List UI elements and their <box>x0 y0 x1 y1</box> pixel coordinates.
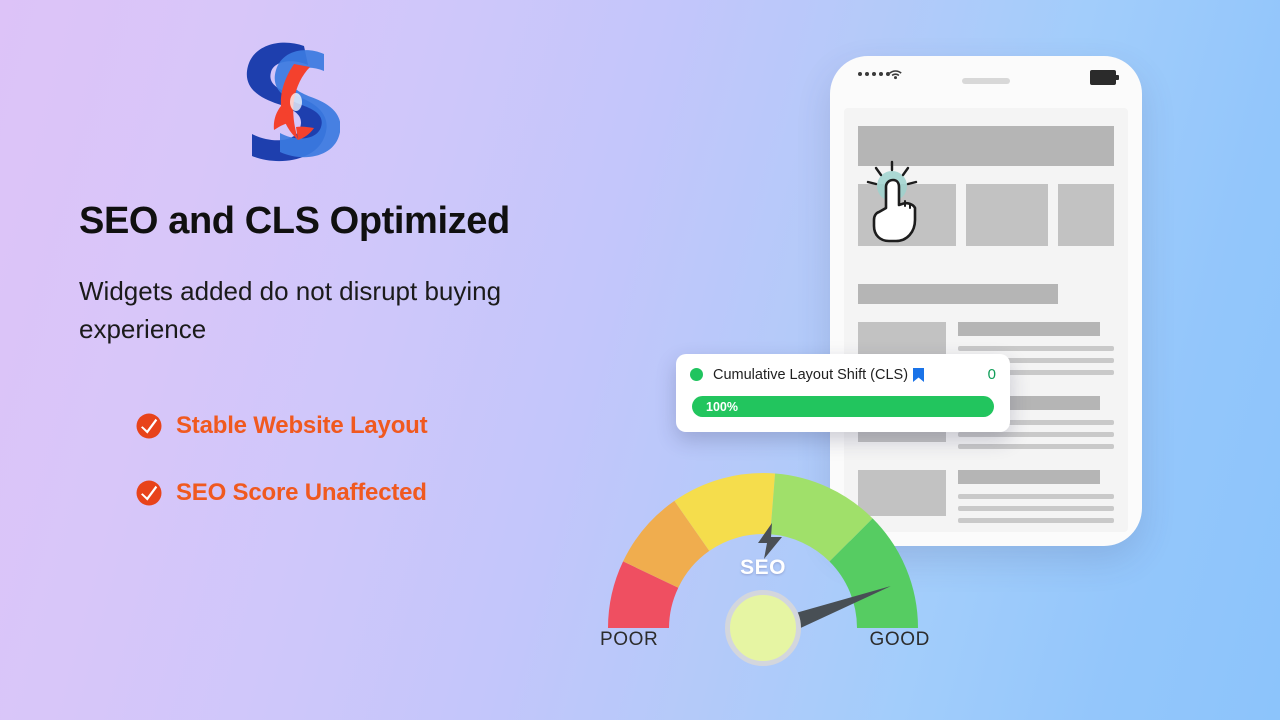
gauge-center-label: SEO <box>740 556 786 579</box>
bookmark-flag-icon <box>913 367 925 382</box>
content-placeholder-line <box>958 518 1114 523</box>
cls-metric-card: Cumulative Layout Shift (CLS) 0 100% <box>676 354 1010 432</box>
promo-banner: SEO and CLS Optimized Widgets added do n… <box>0 0 1280 720</box>
battery-icon <box>1090 70 1119 85</box>
page-subtitle: Widgets added do not disrupt buying expe… <box>79 276 502 344</box>
cls-progress-bar: 100% <box>692 396 994 417</box>
cls-metric-label: Cumulative Layout Shift (CLS) <box>713 366 909 383</box>
page-title: SEO and CLS Optimized <box>79 200 510 242</box>
check-circle-icon <box>136 480 162 506</box>
list-item-label: SEO Score Unaffected <box>176 479 427 506</box>
content-placeholder-line <box>958 506 1114 511</box>
content-placeholder-tile <box>1058 184 1114 246</box>
hand-pointer-tap-icon <box>862 160 952 246</box>
content-placeholder-heading <box>858 284 1058 304</box>
list-item: Stable Website Layout <box>136 404 556 448</box>
content-placeholder-tile <box>966 184 1048 246</box>
content-placeholder-title <box>958 470 1100 484</box>
gauge-max-label: GOOD <box>869 629 930 650</box>
brand-logo <box>232 32 341 164</box>
speaker-notch <box>962 78 1010 84</box>
gauge-min-label: POOR <box>600 629 659 650</box>
seo-gauge: SEO POOR GOOD <box>588 448 938 666</box>
content-placeholder-line <box>958 494 1114 499</box>
content-placeholder-line <box>958 346 1114 351</box>
cls-metric-header: Cumulative Layout Shift (CLS) 0 <box>690 366 996 383</box>
content-placeholder-line <box>958 444 1114 449</box>
list-item: SEO Score Unaffected <box>136 471 556 515</box>
check-circle-icon <box>136 413 162 439</box>
list-item-label: Stable Website Layout <box>176 412 428 439</box>
content-placeholder-line <box>958 432 1114 437</box>
content-placeholder-title <box>958 322 1100 336</box>
phone-status-bar <box>830 56 1142 94</box>
wifi-icon <box>888 67 903 85</box>
gauge-hub <box>725 590 801 666</box>
feature-list: Stable Website Layout SEO Score Unaffect… <box>136 404 556 538</box>
cls-progress-label: 100% <box>706 399 738 414</box>
signal-dots-icon <box>858 72 890 76</box>
status-dot-green <box>690 368 703 381</box>
cls-metric-value: 0 <box>987 366 996 383</box>
